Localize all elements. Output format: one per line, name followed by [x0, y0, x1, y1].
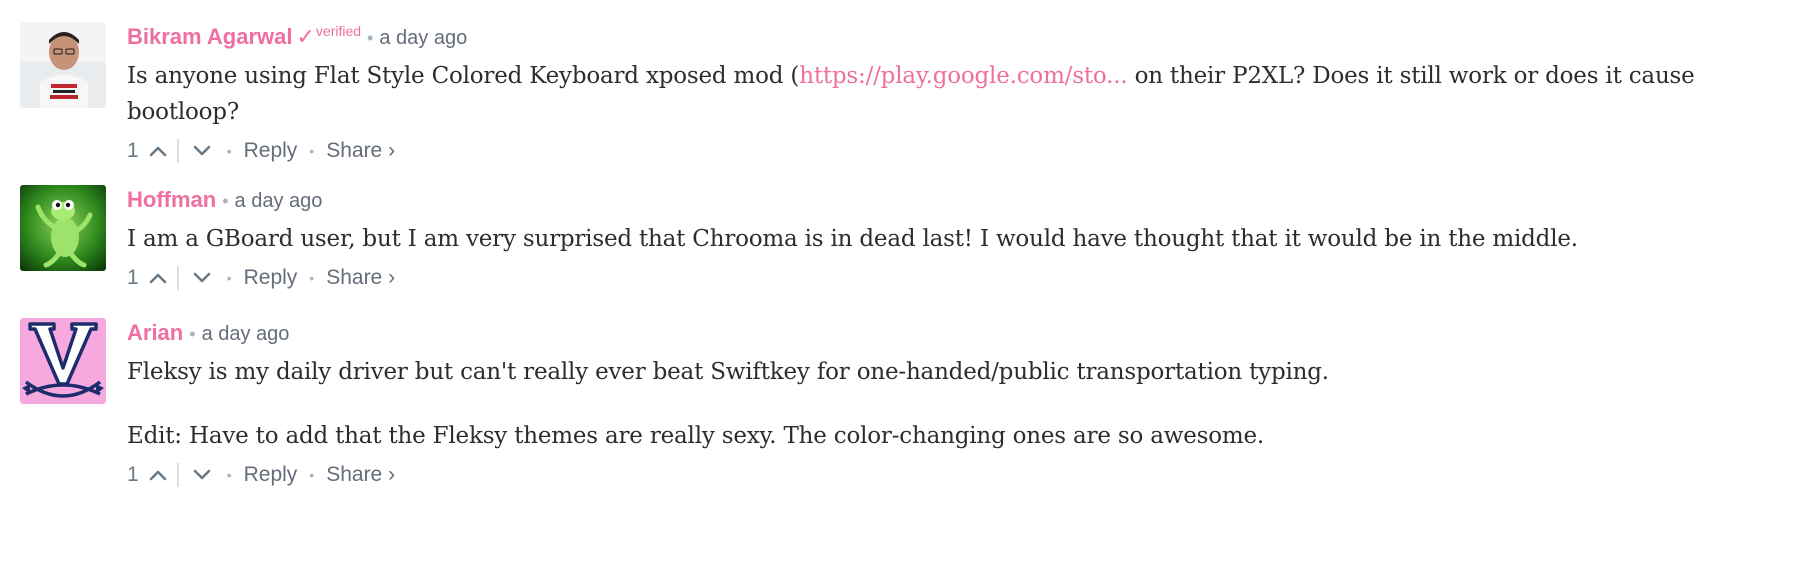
footer-dot: •	[226, 143, 232, 159]
comment-paragraph: Edit: Have to add that the Fleksy themes…	[127, 423, 1265, 449]
chevron-down-icon	[193, 469, 210, 480]
author-name[interactable]: Bikram Agarwal	[127, 24, 292, 49]
vote-divider	[176, 139, 179, 163]
timestamp[interactable]: a day ago	[202, 323, 290, 345]
chevron-up-icon	[149, 470, 166, 481]
chevron-down-icon	[193, 145, 210, 156]
avatar-photo-icon	[20, 22, 106, 108]
footer-dot: •	[226, 467, 232, 483]
comment-body: Hoffman • a day ago I am a GBoard user, bu…	[127, 185, 1780, 293]
comment-body: Bikram Agarwal ✓verified • a day ago Is any…	[127, 22, 1780, 166]
chevron-up-icon	[149, 146, 166, 157]
comment-header: Arian • a day ago	[127, 318, 1780, 348]
vote-count: 1	[127, 139, 139, 162]
checkmark-icon: ✓	[296, 24, 315, 49]
footer-dot: •	[309, 467, 315, 483]
separator-dot: •	[367, 28, 374, 48]
avatar[interactable]	[20, 318, 106, 404]
comment-text-part: Is anyone using Flat Style Colored Keybo…	[127, 63, 800, 89]
downvote-button[interactable]	[189, 138, 215, 164]
separator-dot: •	[189, 324, 196, 344]
verified-badge: ✓verified	[296, 24, 361, 49]
v-sabres-logo-icon	[20, 318, 106, 404]
comment-footer: 1 • Reply • Share ›	[127, 460, 1780, 490]
comment-text: Fleksy is my daily driver but can't real…	[127, 354, 1780, 454]
reply-button[interactable]: Reply	[244, 263, 298, 293]
share-button[interactable]: Share ›	[326, 263, 395, 293]
author-name[interactable]: Hoffman	[127, 187, 216, 212]
avatar[interactable]	[20, 22, 106, 108]
comment-text: Is anyone using Flat Style Colored Keybo…	[127, 58, 1780, 130]
upvote-button[interactable]	[145, 138, 171, 164]
upvote-button[interactable]	[145, 462, 171, 488]
comment-body: Arian • a day ago Fleksy is my daily drive…	[127, 318, 1780, 490]
comment-paragraph: Fleksy is my daily driver but can't real…	[127, 359, 1329, 385]
timestamp[interactable]: a day ago	[379, 27, 467, 49]
comment-header: Hoffman • a day ago	[127, 185, 1780, 215]
comment-paragraph: I am a GBoard user, but I am very surpri…	[127, 226, 1578, 252]
vote-divider	[176, 463, 179, 487]
comment-header: Bikram Agarwal ✓verified • a day ago	[127, 22, 1780, 52]
share-button[interactable]: Share ›	[326, 460, 395, 490]
comment-footer: 1 • Reply • Share ›	[127, 263, 1780, 293]
reply-button[interactable]: Reply	[244, 460, 298, 490]
comment-footer: 1 • Reply • Share ›	[127, 136, 1780, 166]
frog-icon	[20, 185, 106, 271]
vote-divider	[176, 266, 179, 290]
reply-button[interactable]: Reply	[244, 136, 298, 166]
author-name[interactable]: Arian	[127, 320, 183, 345]
footer-dot: •	[309, 270, 315, 286]
comment-text: I am a GBoard user, but I am very surpri…	[127, 221, 1780, 257]
vote-count: 1	[127, 463, 139, 486]
downvote-button[interactable]	[189, 265, 215, 291]
share-button[interactable]: Share ›	[326, 136, 395, 166]
chevron-down-icon	[193, 272, 210, 283]
footer-dot: •	[226, 270, 232, 286]
vote-count: 1	[127, 266, 139, 289]
downvote-button[interactable]	[189, 462, 215, 488]
chevron-up-icon	[149, 273, 166, 284]
upvote-button[interactable]	[145, 265, 171, 291]
separator-dot: •	[222, 191, 229, 211]
comment-link[interactable]: https://play.google.com/sto...	[799, 63, 1127, 89]
timestamp[interactable]: a day ago	[235, 190, 323, 212]
verified-label: verified	[315, 22, 362, 39]
avatar[interactable]	[20, 185, 106, 271]
footer-dot: •	[309, 143, 315, 159]
